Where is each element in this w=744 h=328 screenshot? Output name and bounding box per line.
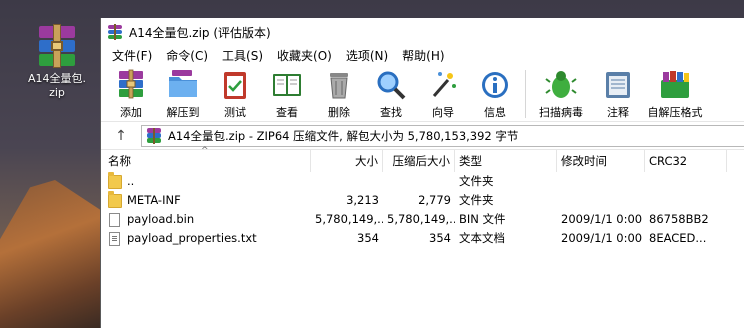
file-modified xyxy=(557,172,645,191)
magnifier-icon xyxy=(377,71,406,100)
title-bar[interactable]: A14全量包.zip (评估版本) xyxy=(101,18,744,46)
file-type: BIN 文件 xyxy=(459,212,506,226)
column-size[interactable]: 大小 xyxy=(311,149,383,172)
file-packed-size: 2,779 xyxy=(418,193,451,207)
sfx-label: 自解压格式 xyxy=(647,106,703,119)
file-type: 文本文档 xyxy=(459,231,505,245)
delete-label: 删除 xyxy=(328,106,350,119)
winrar-archive-icon xyxy=(35,24,79,68)
file-crc: 86758BB2 xyxy=(649,212,709,226)
up-arrow-icon[interactable]: ↑ xyxy=(101,128,141,144)
winrar-app-icon xyxy=(107,24,123,40)
find-button[interactable]: 查找 xyxy=(365,68,417,120)
wizard-wand-icon xyxy=(432,72,456,97)
comment-label: 注释 xyxy=(607,106,629,119)
desktop-icon-label: A14全量包. zip xyxy=(27,72,87,99)
winrar-window: A14全量包.zip (评估版本) 文件(F) 命令(C) 工具(S) 收藏夹(… xyxy=(100,18,744,328)
menu-options[interactable]: 选项(N) xyxy=(339,46,395,66)
file-size: 354 xyxy=(357,231,379,245)
info-icon xyxy=(482,72,508,98)
extract-folder-icon xyxy=(169,70,197,97)
column-crc32[interactable]: CRC32 xyxy=(645,149,727,172)
column-packed-size[interactable]: 压缩后大小 xyxy=(383,149,455,172)
add-button[interactable]: 添加 xyxy=(105,68,157,120)
menu-bar: 文件(F) 命令(C) 工具(S) 收藏夹(O) 选项(N) 帮助(H) xyxy=(101,46,744,66)
desktop-zip-file-icon[interactable]: A14全量包. zip xyxy=(22,24,92,100)
info-button[interactable]: 信息 xyxy=(469,68,521,120)
table-row[interactable]: .. 文件夹 xyxy=(101,172,744,191)
table-row[interactable]: META-INF 3,213 2,779 文件夹 xyxy=(101,191,744,210)
menu-favorites[interactable]: 收藏夹(O) xyxy=(270,46,339,66)
file-icon xyxy=(109,212,120,227)
menu-help[interactable]: 帮助(H) xyxy=(395,46,451,66)
wizard-button[interactable]: 向导 xyxy=(417,68,469,120)
file-name: payload.bin xyxy=(127,212,195,226)
menu-file[interactable]: 文件(F) xyxy=(105,46,159,66)
comment-note-icon xyxy=(606,72,630,98)
extract-to-button[interactable]: 解压到 xyxy=(157,68,209,120)
menu-commands[interactable]: 命令(C) xyxy=(159,46,215,66)
virus-scan-label: 扫描病毒 xyxy=(539,106,583,119)
address-bar: ↑ A14全量包.zip - ZIP64 压缩文件, 解包大小为 5,780,1… xyxy=(101,122,744,150)
delete-button[interactable]: 删除 xyxy=(313,68,365,120)
info-label: 信息 xyxy=(484,106,506,119)
file-name: payload_properties.txt xyxy=(127,231,257,245)
file-packed-size: 5,780,149,... xyxy=(387,212,455,226)
address-field[interactable]: A14全量包.zip - ZIP64 压缩文件, 解包大小为 5,780,153… xyxy=(141,124,744,147)
file-size: 3,213 xyxy=(346,193,379,207)
file-list: ^ 名称 大小 压缩后大小 类型 修改时间 CRC32 .. 文件夹 META-… xyxy=(101,146,744,248)
file-modified: 2009/1/1 0:00 xyxy=(561,212,643,226)
file-crc: 8EACED... xyxy=(649,231,707,245)
view-book-icon xyxy=(273,74,301,96)
virus-bug-icon xyxy=(545,71,577,98)
view-label: 查看 xyxy=(276,106,298,119)
archive-small-icon xyxy=(146,127,162,144)
file-type: 文件夹 xyxy=(459,193,494,207)
toolbar-separator xyxy=(525,70,526,118)
file-size: 5,780,149,... xyxy=(315,212,383,226)
desktop-wallpaper xyxy=(0,180,100,328)
column-modified[interactable]: 修改时间 xyxy=(557,149,645,172)
file-crc xyxy=(645,172,727,191)
file-name: .. xyxy=(127,174,135,188)
sfx-archive-icon xyxy=(661,71,689,98)
file-modified xyxy=(557,191,645,210)
text-file-icon xyxy=(109,231,120,246)
table-row[interactable]: payload.bin 5,780,149,... 5,780,149,... … xyxy=(101,210,744,229)
toolbar: 添加 解压到 测试 查看 删除 查找 向导 信息 扫描病毒 注释 自解压格式 xyxy=(101,66,744,122)
column-type[interactable]: 类型 xyxy=(455,149,557,172)
test-clipboard-icon xyxy=(224,72,246,99)
extract-to-label: 解压到 xyxy=(166,106,200,119)
sfx-button[interactable]: 自解压格式 xyxy=(644,68,706,120)
sort-ascending-icon: ^ xyxy=(201,146,209,156)
menu-tools[interactable]: 工具(S) xyxy=(215,46,270,66)
file-packed-size: 354 xyxy=(429,231,451,245)
file-type: 文件夹 xyxy=(459,174,494,188)
file-modified: 2009/1/1 0:00 xyxy=(561,231,643,245)
test-label: 测试 xyxy=(224,106,246,119)
file-packed-size xyxy=(383,172,455,191)
virus-scan-button[interactable]: 扫描病毒 xyxy=(530,68,592,120)
wizard-label: 向导 xyxy=(432,106,454,119)
file-name: META-INF xyxy=(127,193,181,207)
test-button[interactable]: 测试 xyxy=(209,68,261,120)
folder-icon xyxy=(108,191,122,208)
address-text: A14全量包.zip - ZIP64 压缩文件, 解包大小为 5,780,153… xyxy=(168,128,519,143)
add-archive-icon xyxy=(119,69,143,99)
trash-can-icon xyxy=(330,73,348,99)
folder-icon xyxy=(108,172,122,189)
add-label: 添加 xyxy=(120,106,142,119)
view-button[interactable]: 查看 xyxy=(261,68,313,120)
table-row[interactable]: payload_properties.txt 354 354 文本文档 2009… xyxy=(101,229,744,248)
file-size xyxy=(311,172,383,191)
column-headers: ^ 名称 大小 压缩后大小 类型 修改时间 CRC32 xyxy=(101,146,744,172)
find-label: 查找 xyxy=(380,106,402,119)
file-crc xyxy=(645,191,727,210)
window-title: A14全量包.zip (评估版本) xyxy=(129,25,271,40)
comment-button[interactable]: 注释 xyxy=(592,68,644,120)
